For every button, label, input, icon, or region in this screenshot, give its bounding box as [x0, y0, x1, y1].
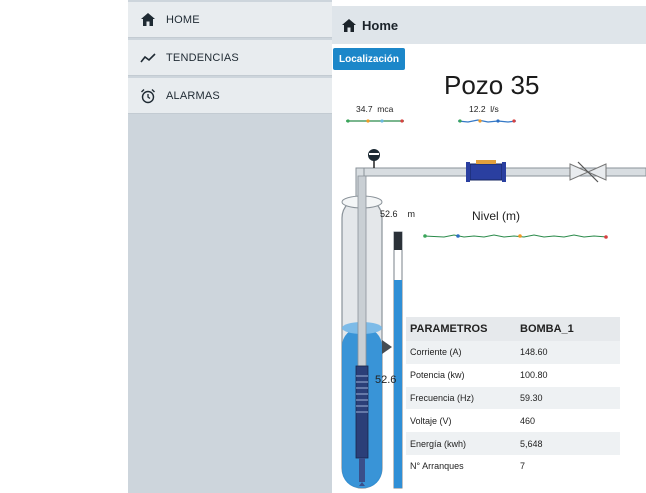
param-value: 100.80	[516, 363, 620, 387]
param-value: 460	[516, 409, 620, 433]
level-chart-label: Nivel (m)	[472, 209, 520, 223]
tab-localizacion[interactable]: Localización	[333, 48, 406, 70]
page-title: Pozo 35	[444, 70, 540, 100]
param-name: N° Arranques	[406, 454, 516, 478]
param-value: 59.30	[516, 386, 620, 410]
level-side-value: 52.6	[375, 374, 397, 386]
table-row: Corriente (A) 148.60	[406, 341, 620, 364]
level-value: 52.6	[380, 209, 398, 219]
sidebar-item-label: ALARMAS	[166, 89, 220, 102]
sidebar-item-alarmas[interactable]: ALARMAS	[128, 78, 332, 114]
column-header-bomba: BOMBA_1	[516, 317, 620, 341]
pressure-readout: 34.7 mca	[356, 104, 393, 114]
param-name: Frecuencia (Hz)	[406, 386, 516, 410]
main-panel: Home Localización Pozo 35 34.7 mca 12.2 …	[332, 0, 646, 493]
sidebar-item-tendencias[interactable]: TENDENCIAS	[128, 40, 332, 76]
param-name: Potencia (kw)	[406, 363, 516, 387]
sidebar: HOME TENDENCIAS ALARMAS	[128, 0, 333, 493]
sidebar-item-home[interactable]: HOME	[128, 2, 332, 38]
sidebar-item-label: HOME	[166, 13, 200, 26]
alarm-clock-icon	[140, 88, 156, 104]
header-title: Home	[362, 17, 399, 33]
table-row: Potencia (kw) 100.80	[406, 363, 620, 387]
home-icon	[140, 12, 156, 28]
pressure-value: 34.7	[356, 104, 373, 114]
pressure-sparkline	[346, 119, 404, 123]
header-bar: Home	[332, 6, 646, 44]
trend-icon	[140, 50, 156, 66]
flow-readout: 12.2 l/s	[469, 104, 499, 114]
param-value: 148.60	[516, 341, 620, 364]
param-name: Corriente (A)	[406, 341, 516, 364]
pressure-unit: mca	[377, 104, 394, 114]
table-row: Voltaje (V) 460	[406, 409, 620, 433]
parameters-table: PARAMETROS BOMBA_1 Corriente (A) 148.60 …	[406, 317, 620, 478]
table-header-row: PARAMETROS BOMBA_1	[406, 317, 620, 341]
flow-value: 12.2	[469, 104, 486, 114]
flow-unit: l/s	[490, 104, 499, 114]
param-name: Energía (kwh)	[406, 432, 516, 455]
param-value: 5,648	[516, 432, 620, 455]
home-icon	[342, 18, 356, 32]
column-header-parametros: PARAMETROS	[406, 317, 516, 341]
table-row: N° Arranques 7	[406, 454, 620, 478]
sidebar-item-label: TENDENCIAS	[166, 51, 239, 64]
table-row: Energía (kwh) 5,648	[406, 432, 620, 455]
param-name: Voltaje (V)	[406, 409, 516, 433]
level-readout: 52.6 m	[380, 209, 415, 219]
level-unit: m	[407, 209, 416, 219]
param-value: 7	[516, 454, 620, 478]
flow-sparkline	[457, 119, 517, 123]
table-row: Frecuencia (Hz) 59.30	[406, 386, 620, 410]
